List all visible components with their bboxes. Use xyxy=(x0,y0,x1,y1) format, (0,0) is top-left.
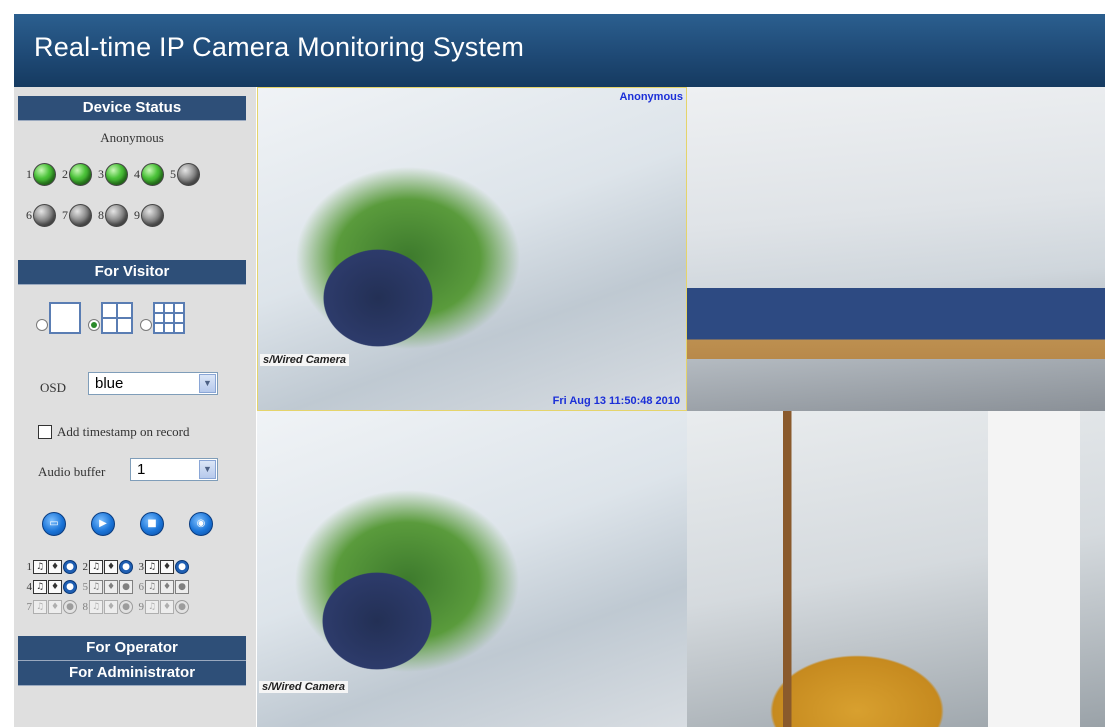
device-status-row-1: 1 2 3 4 5 xyxy=(26,163,200,186)
snapshot-icon[interactable]: ◉ xyxy=(189,512,213,536)
record-unit-3: 3 ♫ ♦ ● xyxy=(136,560,190,574)
mic-icon[interactable]: ♦ xyxy=(48,600,62,614)
record-icon[interactable]: ● xyxy=(63,580,77,594)
osd-camera-name: Anonymous xyxy=(619,91,683,103)
device-3[interactable]: 3 xyxy=(98,163,128,186)
device-offline-icon xyxy=(141,204,164,227)
device-status-heading[interactable]: Device Status xyxy=(18,96,246,121)
chevron-down-icon: ▼ xyxy=(199,374,216,393)
record-unit-2: 2 ♫ ♦ ● xyxy=(80,560,134,574)
mic-icon[interactable]: ♦ xyxy=(104,600,118,614)
playback-controls: ▭ ▶ ■ ◉ xyxy=(42,512,213,536)
mic-icon[interactable]: ♦ xyxy=(48,560,62,574)
device-4[interactable]: 4 xyxy=(134,163,164,186)
device-online-icon xyxy=(141,163,164,186)
osd-color-select[interactable]: blue ▼ xyxy=(88,372,218,395)
audio-buffer-select[interactable]: 1 ▼ xyxy=(130,458,218,481)
audio-icon[interactable]: ♫ xyxy=(145,560,159,574)
camera-box-label: s/Wired Camera xyxy=(260,354,350,366)
timestamp-label: Add timestamp on record xyxy=(57,424,190,439)
device-2[interactable]: 2 xyxy=(62,163,92,186)
device-offline-icon xyxy=(177,163,200,186)
record-icon[interactable]: ● xyxy=(119,600,133,614)
single-view-icon[interactable] xyxy=(49,302,81,334)
audio-icon[interactable]: ♫ xyxy=(33,580,47,594)
osd-timestamp: Fri Aug 13 11:50:48 2010 xyxy=(552,395,680,407)
record-icon[interactable]: ● xyxy=(63,600,77,614)
record-icon[interactable]: ● xyxy=(175,580,189,594)
record-icon[interactable]: ● xyxy=(175,600,189,614)
device-8[interactable]: 8 xyxy=(98,204,128,227)
camera-view-1[interactable]: Anonymous s/Wired Camera Fri Aug 13 11:5… xyxy=(257,87,687,411)
timestamp-checkbox[interactable] xyxy=(38,425,52,439)
osd-color-value: blue xyxy=(95,375,124,392)
audio-icon[interactable]: ♫ xyxy=(33,600,47,614)
mic-icon[interactable]: ♦ xyxy=(104,580,118,594)
record-unit-5: 5 ♫ ♦ ● xyxy=(80,580,134,594)
quad-view-icon[interactable] xyxy=(101,302,133,334)
audio-icon[interactable]: ♫ xyxy=(145,600,159,614)
device-online-icon xyxy=(105,163,128,186)
nine-view-icon[interactable] xyxy=(153,302,185,334)
audio-icon[interactable]: ♫ xyxy=(145,580,159,594)
mic-icon[interactable]: ♦ xyxy=(160,600,174,614)
camera-view-4[interactable] xyxy=(687,411,1105,727)
device-online-icon xyxy=(33,163,56,186)
mic-icon[interactable]: ♦ xyxy=(160,560,174,574)
layout-1-radio[interactable] xyxy=(36,319,48,331)
device-1[interactable]: 1 xyxy=(26,163,56,186)
record-icon[interactable]: ● xyxy=(175,560,189,574)
audio-icon[interactable]: ♫ xyxy=(89,600,103,614)
record-icon[interactable]: ● xyxy=(119,560,133,574)
record-controls-grid: 1 ♫ ♦ ● 2 ♫ ♦ ● 3 ♫ ♦ ● 4 ♫ ♦ ● 5 ♫ ♦ ● 6 ♫ ♦ ● 7 ♫ ♦ ● 8 ♫ ♦ ● … xyxy=(24,557,192,617)
device-online-icon xyxy=(69,163,92,186)
device-status-row-2: 6 7 8 9 xyxy=(26,204,164,227)
record-unit-6: 6 ♫ ♦ ● xyxy=(136,580,190,594)
timestamp-option[interactable]: Add timestamp on record xyxy=(38,424,190,440)
device-offline-icon xyxy=(105,204,128,227)
for-operator-heading[interactable]: For Operator xyxy=(18,636,246,661)
camera-view-3[interactable]: s/Wired Camera xyxy=(257,411,687,727)
record-icon[interactable]: ● xyxy=(119,580,133,594)
audio-buffer-label: Audio buffer xyxy=(38,464,106,479)
device-6[interactable]: 6 xyxy=(26,204,56,227)
header-banner: Real-time IP Camera Monitoring System xyxy=(14,14,1105,87)
layout-9-radio[interactable] xyxy=(140,319,152,331)
audio-buffer-value: 1 xyxy=(137,461,146,478)
for-administrator-heading[interactable]: For Administrator xyxy=(18,661,246,686)
play-icon[interactable]: ▶ xyxy=(91,512,115,536)
camera-box-label: s/Wired Camera xyxy=(259,681,349,693)
device-9[interactable]: 9 xyxy=(134,204,164,227)
folder-icon[interactable]: ▭ xyxy=(42,512,66,536)
device-offline-icon xyxy=(33,204,56,227)
layout-selector xyxy=(36,302,192,334)
device-5[interactable]: 5 xyxy=(170,163,200,186)
stop-icon[interactable]: ■ xyxy=(140,512,164,536)
osd-label: OSD xyxy=(40,380,67,395)
record-unit-1: 1 ♫ ♦ ● xyxy=(24,560,78,574)
device-7[interactable]: 7 xyxy=(62,204,92,227)
record-unit-9: 9 ♫ ♦ ● xyxy=(136,600,190,614)
audio-icon[interactable]: ♫ xyxy=(89,580,103,594)
record-unit-8: 8 ♫ ♦ ● xyxy=(80,600,134,614)
page-title: Real-time IP Camera Monitoring System xyxy=(34,32,525,62)
record-unit-4: 4 ♫ ♦ ● xyxy=(24,580,78,594)
layout-4-radio[interactable] xyxy=(88,319,100,331)
current-user-label: Anonymous xyxy=(100,130,164,145)
record-unit-7: 7 ♫ ♦ ● xyxy=(24,600,78,614)
audio-icon[interactable]: ♫ xyxy=(33,560,47,574)
camera-view-2[interactable] xyxy=(687,87,1105,411)
for-visitor-heading[interactable]: For Visitor xyxy=(18,260,246,285)
record-icon[interactable]: ● xyxy=(63,560,77,574)
device-offline-icon xyxy=(69,204,92,227)
chevron-down-icon: ▼ xyxy=(199,460,216,479)
mic-icon[interactable]: ♦ xyxy=(160,580,174,594)
audio-icon[interactable]: ♫ xyxy=(89,560,103,574)
mic-icon[interactable]: ♦ xyxy=(48,580,62,594)
mic-icon[interactable]: ♦ xyxy=(104,560,118,574)
